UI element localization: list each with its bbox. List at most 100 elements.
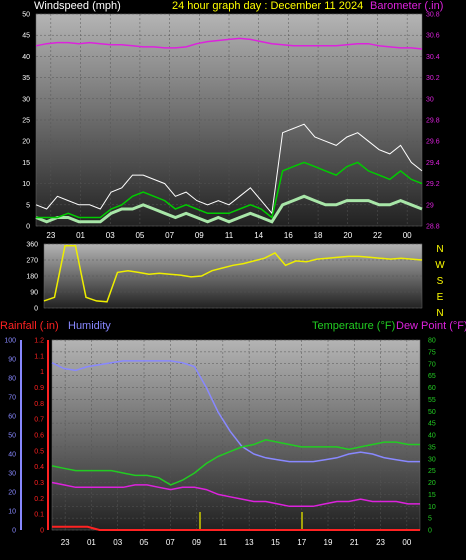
temp-x-tick: 03: [113, 538, 122, 547]
wind-x-tick: 03: [106, 231, 115, 240]
temperature-y-tick: 0: [428, 528, 432, 535]
wind-x-tick: 22: [373, 231, 382, 240]
temp-x-tick: 15: [271, 538, 280, 547]
rainfall-y-tick: 0.1: [34, 512, 44, 519]
rainfall-y-tick: 0.5: [34, 448, 44, 455]
humidity-y-tick: 20: [8, 490, 16, 497]
barometer-y-tick: 30.6: [426, 33, 440, 40]
temperature-y-tick: 80: [428, 338, 436, 345]
compass-label: N: [436, 244, 443, 255]
wind-y-tick: 10: [22, 181, 30, 188]
wind-x-tick: 00: [403, 231, 412, 240]
wind-y-tick: 45: [22, 33, 30, 40]
rainfall-y-tick: 1: [40, 369, 44, 376]
temp-x-tick: 00: [402, 538, 411, 547]
compass-label: N: [436, 308, 443, 319]
temperature-y-tick: 45: [428, 421, 436, 428]
barometer-y-tick: 30.8: [426, 12, 440, 19]
wind-x-tick: 05: [135, 231, 144, 240]
wind-x-tick: 01: [76, 231, 85, 240]
windspeed-label: Windspeed (mph): [34, 0, 121, 12]
wind-x-tick: 23: [46, 231, 55, 240]
humidity-y-tick: 30: [8, 471, 16, 478]
temperature-y-tick: 25: [428, 468, 436, 475]
direction-y-tick: 90: [30, 290, 38, 297]
humidity-y-tick: 90: [8, 357, 16, 364]
wind-y-tick: 5: [26, 202, 30, 209]
temp-x-tick: 21: [350, 538, 359, 547]
direction-y-tick: 0: [34, 306, 38, 313]
rainfall-y-tick: 0.9: [34, 385, 44, 392]
temperature-y-tick: 40: [428, 433, 436, 440]
temperature-y-tick: 30: [428, 456, 436, 463]
compass-label: E: [437, 292, 444, 303]
barometer-y-tick: 29.6: [426, 139, 440, 146]
humidity-y-tick: 0: [12, 528, 16, 535]
temp-x-tick: 11: [219, 538, 228, 547]
humidity-y-tick: 40: [8, 452, 16, 459]
wind-y-tick: 20: [22, 139, 30, 146]
rainfall-y-tick: 0.7: [34, 417, 44, 424]
temp-x-tick: 13: [245, 538, 254, 547]
temp-x-tick: 07: [166, 538, 175, 547]
barometer-y-tick: 30.2: [426, 75, 440, 82]
temperature-y-tick: 15: [428, 492, 436, 499]
wind-x-tick: 07: [165, 231, 174, 240]
humidity-y-tick: 70: [8, 395, 16, 402]
barometer-label: Barometer (.in): [370, 0, 444, 12]
wind-x-tick: 16: [284, 231, 293, 240]
dew-point-label: Dew Point (°F): [396, 320, 466, 332]
rainfall-y-tick: 1.2: [34, 338, 44, 345]
wind-y-tick: 50: [22, 12, 30, 19]
barometer-y-tick: 30.4: [426, 54, 440, 61]
rainfall-y-tick: 0.6: [34, 433, 44, 440]
humidity-y-tick: 10: [8, 509, 16, 516]
wind-y-tick: 15: [22, 160, 30, 167]
rainfall-y-tick: 0.8: [34, 401, 44, 408]
temp-x-tick: 09: [192, 538, 201, 547]
temperature-y-tick: 65: [428, 373, 436, 380]
wind-y-tick: 25: [22, 118, 30, 125]
humidity-y-tick: 100: [4, 338, 16, 345]
graph-title: 24 hour graph day : December 11 2024: [172, 0, 364, 12]
temp-x-tick: 01: [87, 538, 96, 547]
temperature-y-tick: 35: [428, 444, 436, 451]
temp-x-tick: 05: [140, 538, 149, 547]
temp-x-tick: 19: [324, 538, 333, 547]
wind-x-tick: 09: [195, 231, 204, 240]
barometer-y-tick: 29.2: [426, 181, 440, 188]
wind-x-tick: 11: [225, 231, 234, 240]
compass-label: W: [435, 260, 445, 271]
humidity-label: Humidity: [68, 320, 111, 332]
wind-y-tick: 0: [26, 224, 30, 231]
temp-x-tick: 23: [61, 538, 70, 547]
direction-y-tick: 360: [26, 242, 38, 249]
direction-y-tick: 270: [26, 258, 38, 265]
rainfall-y-tick: 0.2: [34, 496, 44, 503]
rainfall-y-tick: 0.4: [34, 464, 44, 471]
barometer-y-tick: 29.8: [426, 118, 440, 125]
temp-x-tick: 23: [376, 538, 385, 547]
temperature-y-tick: 5: [428, 516, 432, 523]
humidity-y-tick: 60: [8, 414, 16, 421]
rainfall-y-tick: 0.3: [34, 480, 44, 487]
wind-x-tick: 20: [343, 231, 352, 240]
weather-graph: 0 5 10 15 20 25 30 35 40 45 50 28.8 29 29.2 29.4 29.6 29…: [0, 0, 466, 555]
chart-svg: 0510152025303540455028.82929.229.429.629…: [4, 12, 445, 548]
temperature-y-tick: 70: [428, 361, 436, 368]
barometer-y-tick: 30: [426, 96, 434, 103]
wind-y-tick: 40: [22, 54, 30, 61]
barometer-y-tick: 29: [426, 202, 434, 209]
wind-x-tick: 14: [254, 231, 263, 240]
temperature-y-tick: 50: [428, 409, 436, 416]
wind-x-tick: 18: [314, 231, 323, 240]
wind-y-tick: 30: [22, 96, 30, 103]
temperature-y-tick: 75: [428, 349, 436, 356]
barometer-y-tick: 29.4: [426, 160, 440, 167]
temperature-y-tick: 20: [428, 480, 436, 487]
temperature-y-tick: 55: [428, 397, 436, 404]
rainfall-label: Rainfall (.in): [0, 320, 59, 332]
rainfall-y-tick: 1.1: [34, 353, 44, 360]
temperature-y-tick: 10: [428, 504, 436, 511]
direction-y-tick: 180: [26, 274, 38, 281]
